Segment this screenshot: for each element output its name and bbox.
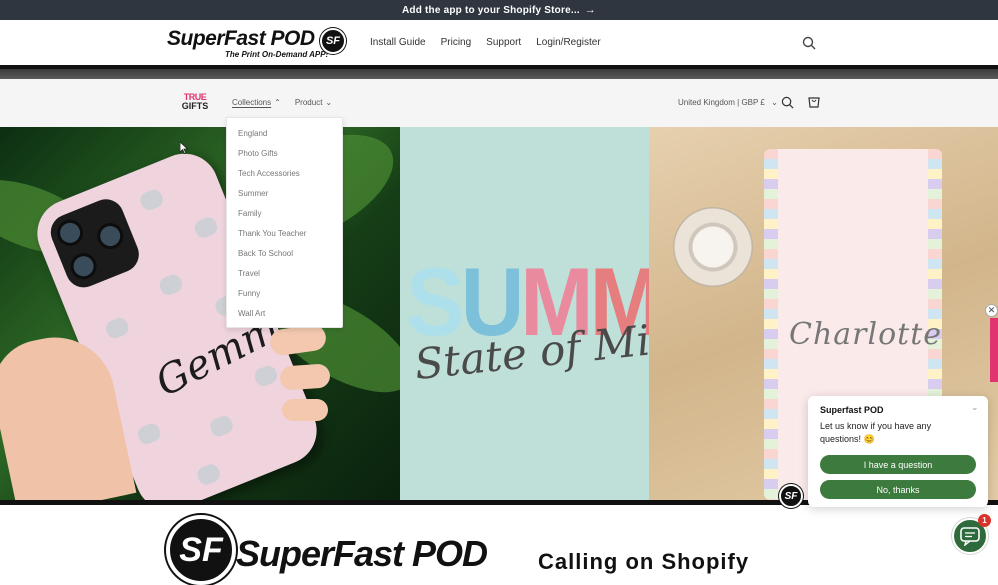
product-label: Product bbox=[294, 98, 323, 107]
mouse-cursor-icon bbox=[180, 142, 188, 154]
chevron-down-icon[interactable]: ⌄ bbox=[971, 402, 979, 413]
chevron-down-icon: ⌄ bbox=[325, 98, 333, 107]
store-logo-line2: GIFTS bbox=[181, 101, 209, 111]
logo-wordmark: SuperFast POD bbox=[167, 27, 315, 50]
dropdown-item-family[interactable]: Family bbox=[238, 209, 262, 218]
collections-dropdown: England Photo Gifts Tech Accessories Sum… bbox=[226, 117, 343, 328]
chat-message: Let us know if you have any questions! 😊 bbox=[820, 421, 932, 444]
chevron-down-icon: ⌄ bbox=[771, 98, 778, 107]
site-header: SuperFast POD The Print On-Demand APP! S… bbox=[0, 20, 998, 65]
logo-tagline: The Print On-Demand APP! bbox=[225, 50, 329, 59]
sun-hat bbox=[673, 207, 753, 287]
cat-pattern bbox=[195, 462, 223, 487]
dropdown-item-back-to-school[interactable]: Back To School bbox=[238, 249, 293, 258]
sf-floating-badge[interactable]: SF bbox=[779, 484, 803, 508]
dropdown-item-travel[interactable]: Travel bbox=[238, 269, 260, 278]
store-nav: Collections ⌃ Product ⌄ bbox=[232, 98, 332, 107]
nav-collections[interactable]: Collections ⌃ bbox=[232, 98, 281, 107]
locale-selector[interactable]: United Kingdom | GBP £ ⌄ bbox=[678, 98, 778, 107]
camera-module bbox=[45, 193, 145, 293]
camera-lens bbox=[66, 249, 101, 284]
announcement-bar[interactable]: Add the app to your Shopify Store... → bbox=[0, 0, 998, 20]
search-icon[interactable] bbox=[802, 36, 816, 50]
nav-product[interactable]: Product ⌄ bbox=[295, 98, 332, 107]
nav-login-register[interactable]: Login/Register bbox=[536, 37, 600, 48]
camera-lens bbox=[53, 215, 87, 250]
below-fold-section: SF SuperFast POD Calling on Shopify bbox=[0, 505, 998, 585]
collections-label: Collections bbox=[232, 98, 272, 107]
camera-lens bbox=[93, 219, 128, 253]
logo-badge: SF bbox=[320, 28, 346, 54]
cat-pattern bbox=[103, 315, 131, 341]
chevron-up-icon: ⌃ bbox=[274, 98, 281, 107]
finger bbox=[279, 363, 331, 391]
dropdown-item-wall-art[interactable]: Wall Art bbox=[238, 309, 265, 318]
cart-icon[interactable] bbox=[807, 95, 821, 109]
search-icon[interactable] bbox=[781, 96, 794, 109]
nav-install-guide[interactable]: Install Guide bbox=[370, 37, 426, 48]
store-header: TRUE GIFTS Collections ⌃ Product ⌄ United … bbox=[0, 79, 998, 127]
arrow-right-icon: → bbox=[584, 4, 596, 16]
embed-divider bbox=[0, 65, 998, 79]
side-tab[interactable] bbox=[990, 318, 998, 382]
dropdown-item-summer[interactable]: Summer bbox=[238, 189, 268, 198]
no-thanks-button[interactable]: No, thanks bbox=[820, 480, 976, 499]
dropdown-item-thank-you-teacher[interactable]: Thank You Teacher bbox=[238, 229, 306, 238]
chat-popup: Superfast POD ⌄ Let us know if you have … bbox=[808, 396, 988, 507]
notification-badge: 1 bbox=[978, 514, 991, 527]
dropdown-item-england[interactable]: England bbox=[238, 129, 267, 138]
large-logo-wordmark: SuperFast POD bbox=[236, 533, 488, 574]
nav-pricing[interactable]: Pricing bbox=[441, 37, 472, 48]
large-logo-badge: SF bbox=[166, 515, 236, 585]
towel-name: Charlotte bbox=[789, 317, 943, 352]
cat-pattern bbox=[252, 363, 280, 389]
locale-label: United Kingdom | GBP £ bbox=[678, 98, 765, 107]
true-gifts-logo[interactable]: TRUE GIFTS bbox=[181, 93, 209, 113]
cat-pattern bbox=[135, 421, 163, 447]
hero-summer-panel: SUMMER State of Mind bbox=[400, 127, 649, 500]
cat-pattern bbox=[138, 187, 166, 213]
announcement-text: Add the app to your Shopify Store... bbox=[402, 4, 580, 16]
chat-icon bbox=[960, 527, 980, 546]
cat-pattern bbox=[192, 215, 220, 241]
cat-pattern bbox=[207, 413, 236, 439]
close-icon[interactable]: ✕ bbox=[985, 304, 998, 317]
cat-pattern bbox=[157, 272, 185, 298]
main-nav: Install Guide Pricing Support Login/Regi… bbox=[370, 37, 601, 48]
nav-support[interactable]: Support bbox=[486, 37, 521, 48]
section-heading: Calling on Shopify bbox=[538, 549, 750, 574]
chat-title: Superfast POD bbox=[820, 405, 884, 415]
have-question-button[interactable]: I have a question bbox=[820, 455, 976, 474]
dropdown-item-photo-gifts[interactable]: Photo Gifts bbox=[238, 149, 278, 158]
dropdown-item-funny[interactable]: Funny bbox=[238, 289, 260, 298]
dropdown-item-tech-accessories[interactable]: Tech Accessories bbox=[238, 169, 300, 178]
superfast-pod-logo[interactable]: SuperFast POD The Print On-Demand APP! S… bbox=[167, 27, 347, 61]
finger bbox=[282, 399, 328, 421]
